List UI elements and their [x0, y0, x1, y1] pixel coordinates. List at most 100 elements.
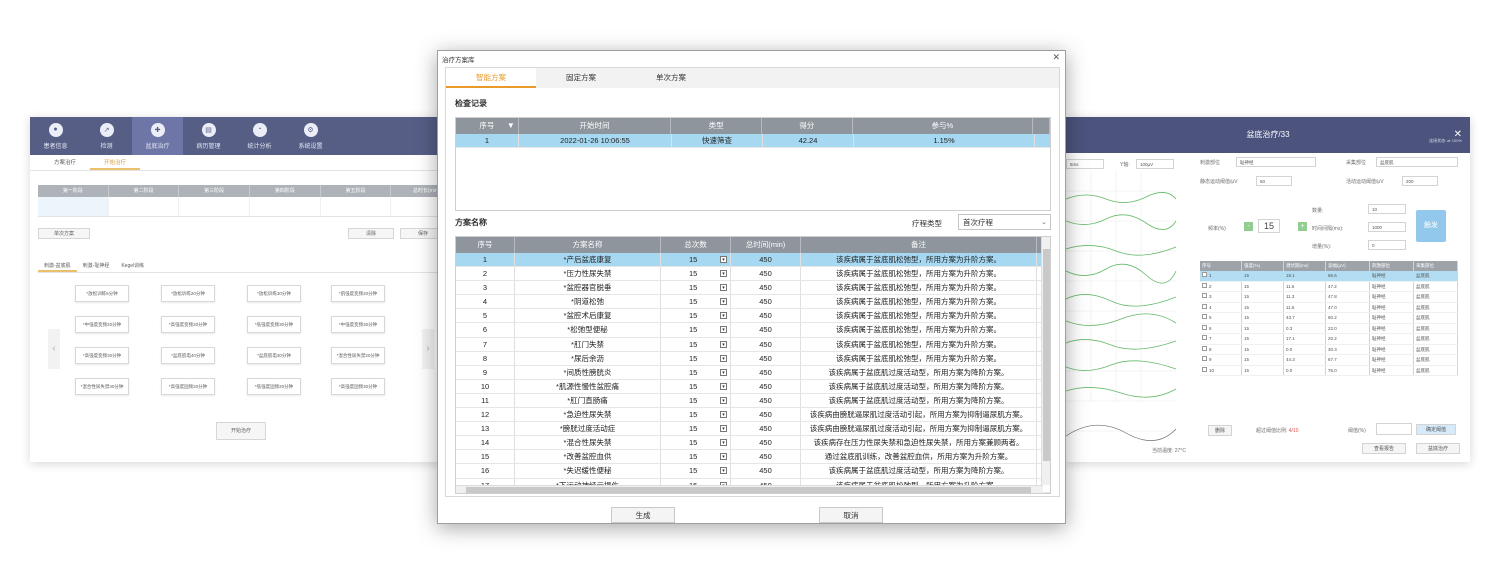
table-row[interactable]: 14 *混合性尿失禁 15 ▾ 450 该疾病存在压力性尿失禁和急迫性尿失禁，所用方案兼顾…: [456, 436, 1050, 451]
count-select[interactable]: 15 ▾: [661, 365, 731, 379]
collect-site-select[interactable]: 盆底肌: [1376, 157, 1458, 167]
chevron-down-icon[interactable]: ▾: [720, 298, 727, 306]
vertical-scrollbar[interactable]: [1041, 237, 1050, 485]
table-row[interactable]: 4 *阴道松弛 15 ▾ 450 该疾病属于盆底肌松弛型，所用方案为升阶方案。: [456, 295, 1050, 310]
tab-stim-pelvic[interactable]: 刺激-盆底肌: [38, 259, 77, 272]
row-checkbox[interactable]: [1202, 314, 1207, 319]
protocol-button[interactable]: *高强度变频30分钟: [75, 347, 129, 364]
pelvic-treatment-button[interactable]: 盆底治疗: [1416, 443, 1460, 454]
generate-button[interactable]: 生成: [611, 507, 675, 523]
table-row[interactable]: 16 *失迟缓性便秘 15 ▾ 450 该疾病属于盆底肌过度活动型，所用方案为降阶方案。: [456, 464, 1050, 479]
trigger-button[interactable]: 触发: [1416, 210, 1446, 242]
threshold-input[interactable]: [1376, 423, 1412, 435]
protocol-button[interactable]: *盆底肌电30分钟: [247, 347, 301, 364]
chevron-down-icon[interactable]: ▾: [720, 425, 727, 433]
chevron-down-icon[interactable]: ▾: [720, 284, 727, 292]
table-row[interactable]: 11 *肛门直肠痛 15 ▾ 450 该疾病属于盆底肌过度活动型，所用方案为降阶方案。: [456, 393, 1050, 409]
table-row[interactable]: 7 *肛门失禁 15 ▾ 450 该疾病属于盆底肌松弛型，所用方案为升阶方案。: [456, 337, 1050, 352]
count-select[interactable]: 15 ▾: [661, 267, 731, 281]
chevron-down-icon[interactable]: ▾: [720, 312, 727, 320]
tab-fixed-plan[interactable]: 固定方案: [536, 68, 626, 88]
count-select[interactable]: 15 ▾: [661, 337, 731, 351]
table-row[interactable]: 10 15 0.0 76.0 耻神经 盆底肌: [1200, 365, 1458, 376]
table-row[interactable]: 5 *盆腔术后康复 15 ▾ 450 该疾病属于盆底肌松弛型，所用方案为升阶方案。: [456, 309, 1050, 324]
count-select[interactable]: 15 ▾: [661, 379, 731, 393]
interval-select[interactable]: 1000: [1368, 222, 1406, 232]
count-select[interactable]: 15 ▾: [661, 295, 731, 309]
horizontal-scrollbar[interactable]: [456, 485, 1043, 493]
table-row[interactable]: 1 *产后盆底康复 15 ▾ 450 该疾病属于盆底肌松弛型，所用方案为升阶方案。: [456, 253, 1050, 268]
table-row[interactable]: 2 15 11.6 47.2 耻神经 盆底肌: [1200, 281, 1458, 292]
count-select[interactable]: 15 ▾: [661, 281, 731, 295]
table-row[interactable]: 8 15 0.0 30.3 耻神经 盆底肌: [1200, 344, 1458, 355]
time-select[interactable]: 5ms: [1066, 159, 1104, 169]
nav-item[interactable]: ◔ 统计分析: [234, 117, 285, 155]
count-select[interactable]: 15 ▾: [661, 450, 731, 464]
protocol-button[interactable]: *高强度固频30分钟: [331, 378, 385, 395]
protocol-button[interactable]: *放松训练5分钟: [75, 285, 129, 302]
tab-plan-treatment[interactable]: 方案治疗: [40, 157, 90, 170]
count-select[interactable]: 15 ▾: [661, 436, 731, 450]
protocol-button[interactable]: *中强度变频30分钟: [331, 316, 385, 333]
table-row[interactable]: 6 15 0.3 22.0 耻神经 盆底肌: [1200, 323, 1458, 334]
single-plan-button[interactable]: 单次方案: [38, 228, 90, 239]
nav-item[interactable]: ↗ 检测: [81, 117, 132, 155]
close-icon[interactable]: ✕: [1052, 52, 1060, 63]
tab-start-treatment[interactable]: 开始治疗: [90, 157, 140, 170]
stage-cell[interactable]: [179, 197, 251, 216]
freq-plus-button[interactable]: +: [1298, 222, 1307, 231]
chevron-down-icon[interactable]: ▾: [720, 382, 727, 390]
stage-cell[interactable]: [109, 197, 180, 216]
row-checkbox[interactable]: [1202, 356, 1207, 361]
table-row[interactable]: 7 15 17.1 20.2 耻神经 盆底肌: [1200, 334, 1458, 345]
active-threshold-input[interactable]: 200: [1402, 176, 1438, 186]
clear-button[interactable]: 清除: [348, 228, 394, 239]
next-page-arrow[interactable]: ›: [422, 329, 434, 369]
cancel-button[interactable]: 取消: [819, 507, 883, 523]
table-row[interactable]: 12 *急迫性尿失禁 15 ▾ 450 该疾病由膀胱逼尿肌过度活动引起，所用方案为抑制逼尿…: [456, 408, 1050, 423]
table-row[interactable]: 4 15 11.6 47.0 耻神经 盆底肌: [1200, 302, 1458, 313]
rest-threshold-input[interactable]: 50: [1256, 176, 1292, 186]
start-treatment-button[interactable]: 开始治疗: [216, 422, 266, 440]
row-checkbox[interactable]: [1202, 303, 1207, 309]
confirm-threshold-button[interactable]: 确定阈值: [1416, 424, 1456, 435]
row-checkbox[interactable]: [1202, 293, 1207, 298]
count-select[interactable]: 15 ▾: [661, 393, 731, 408]
count-select[interactable]: 15 ▾: [661, 464, 731, 478]
protocol-button[interactable]: *放松训练30分钟: [247, 285, 301, 302]
nav-item[interactable]: ● 患者信息: [30, 117, 81, 155]
table-row[interactable]: 8 *尿后余沥 15 ▾ 450 该疾病属于盆底肌松弛型，所用方案为升阶方案。: [456, 351, 1050, 366]
chevron-down-icon[interactable]: ▾: [720, 270, 727, 278]
row-checkbox[interactable]: [1202, 324, 1207, 330]
tab-kegel[interactable]: Kegel训练: [115, 259, 150, 272]
tab-smart-plan[interactable]: 智能方案: [446, 68, 536, 88]
freq-minus-button[interactable]: -: [1244, 222, 1253, 231]
protocol-button[interactable]: *低强度变频30分钟: [247, 316, 301, 333]
row-checkbox[interactable]: [1202, 272, 1207, 277]
row-checkbox[interactable]: [1202, 335, 1207, 340]
stage-cell[interactable]: [38, 197, 109, 216]
table-row[interactable]: 10 *肌源性慢性盆腔痛 15 ▾ 450 该疾病属于盆底肌过度活动型，所用方案为降阶方案…: [456, 379, 1050, 394]
close-icon[interactable]: ✕: [1454, 117, 1462, 153]
protocol-button[interactable]: *混合性尿失禁20分钟: [331, 347, 385, 364]
tab-stim-nerve[interactable]: 刺激-耻神经: [77, 259, 116, 272]
table-row[interactable]: 15 *改善盆腔血供 15 ▾ 450 通过盆底肌训练，改善盆腔血供，所用方案为升阶方案。: [456, 450, 1050, 465]
chevron-down-icon[interactable]: ▾: [720, 467, 727, 475]
course-type-select[interactable]: 首次疗程 ⌄: [958, 214, 1051, 230]
table-row[interactable]: 3 15 11.3 47.8 耻神经 盆底肌: [1200, 292, 1458, 303]
count-select[interactable]: 15 ▾: [661, 323, 731, 337]
view-report-button[interactable]: 查看报告: [1362, 443, 1406, 454]
table-row[interactable]: 2 *压力性尿失禁 15 ▾ 450 该疾病属于盆底肌松弛型，所用方案为升阶方案。: [456, 267, 1050, 282]
protocol-button[interactable]: *肌强度变频20分钟: [331, 285, 385, 302]
row-checkbox[interactable]: [1202, 282, 1207, 288]
count-select[interactable]: 15 ▾: [661, 408, 731, 422]
count-select[interactable]: 15 ▾: [661, 309, 731, 323]
filter-icon[interactable]: ▼: [507, 118, 515, 134]
increment-select[interactable]: 0: [1368, 240, 1406, 250]
protocol-button[interactable]: *中强度变频20分钟: [75, 316, 129, 333]
chevron-down-icon[interactable]: ▾: [720, 396, 727, 404]
count-select[interactable]: 15 ▾: [661, 351, 731, 365]
stage-cell[interactable]: [250, 197, 321, 216]
stage-cell[interactable]: [321, 197, 392, 216]
table-row[interactable]: 5 15 43.7 60.2 耻神经 盆底肌: [1200, 313, 1458, 324]
